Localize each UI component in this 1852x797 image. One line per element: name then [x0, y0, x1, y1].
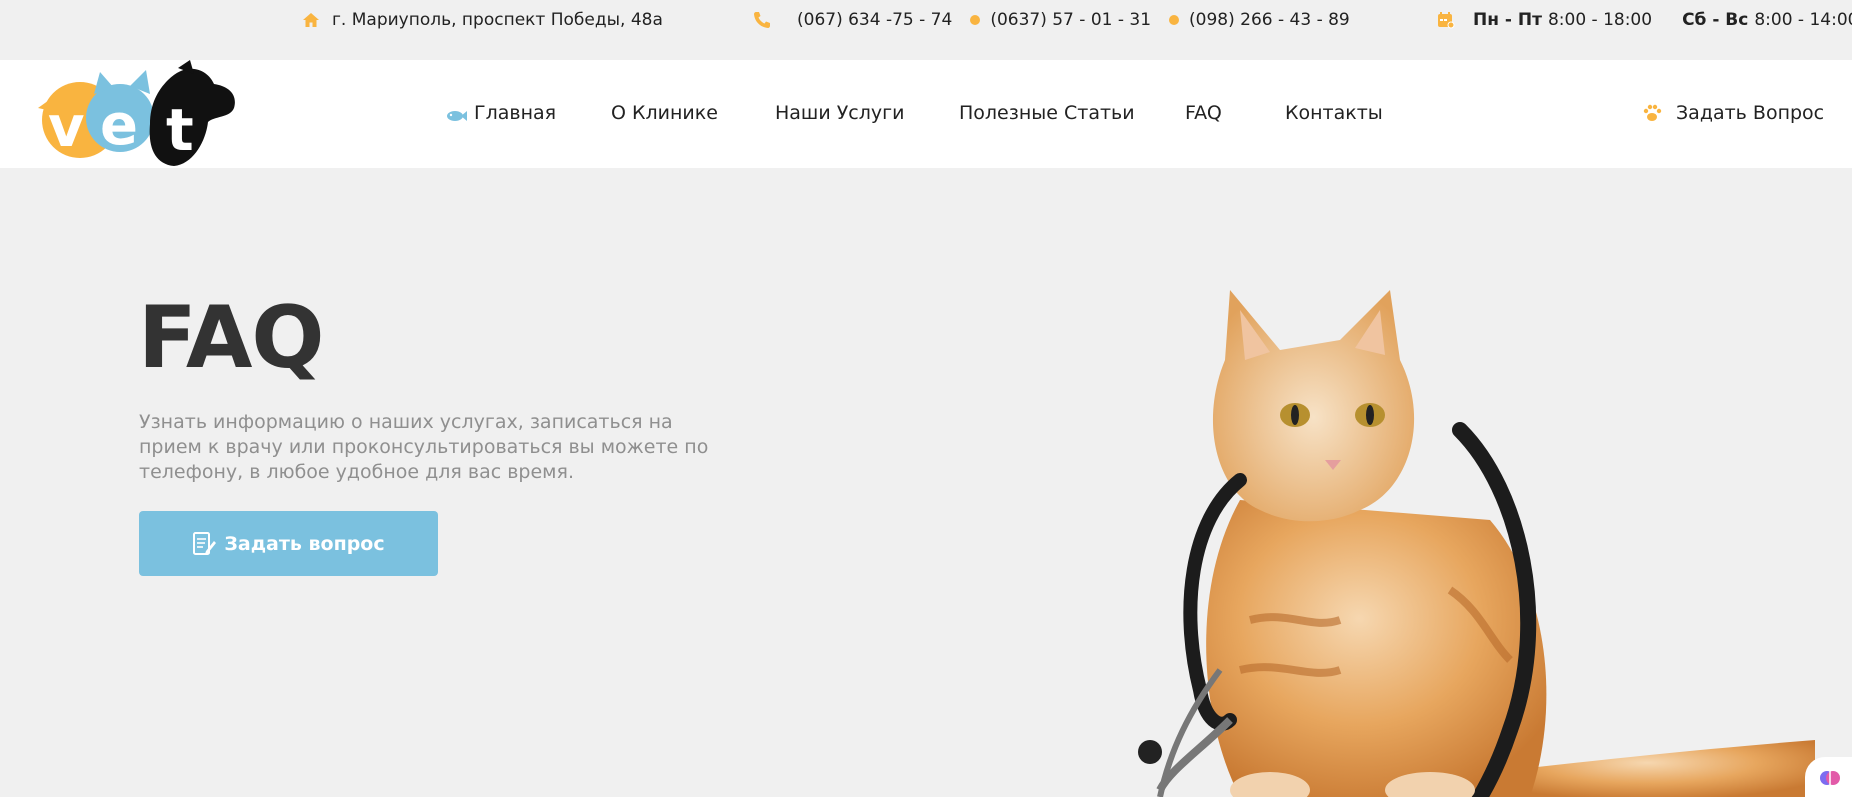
nav-services[interactable]: Наши Услуги	[775, 102, 904, 124]
ask-question-button[interactable]: Задать вопрос	[139, 511, 438, 576]
nav-label: Наши Услуги	[775, 102, 905, 124]
nav-articles[interactable]: Полезные Статьи	[959, 102, 1135, 124]
logo-text: v	[48, 95, 85, 160]
ask-question-button-label: Задать вопрос	[224, 532, 385, 555]
paw-icon	[1642, 103, 1662, 123]
nav-label: Контакты	[1285, 102, 1383, 124]
floating-widget[interactable]	[1805, 757, 1852, 797]
page-title: FAQ	[138, 288, 325, 388]
nav-contacts[interactable]: Контакты	[1285, 102, 1383, 124]
note-icon	[192, 531, 217, 557]
svg-text:t: t	[166, 96, 194, 164]
logo[interactable]: v e t	[18, 60, 240, 168]
address-text: г. Мариуполь, проспект Победы, 48а	[332, 10, 663, 30]
weekday-label: Пн - Пт	[1473, 10, 1542, 30]
weekend-label: Сб - Вс	[1682, 10, 1749, 30]
nav-label: Главная	[474, 102, 557, 124]
phone-3[interactable]: (098) 266 - 43 - 89	[1189, 10, 1350, 30]
hero-description: Узнать информацию о наших услугах, запис…	[139, 411, 709, 483]
bullet-icon	[1169, 15, 1180, 25]
weekend-time: 8:00 - 14:00	[1754, 10, 1852, 30]
home-icon	[302, 11, 320, 29]
address: г. Мариуполь, проспект Победы, 48а	[302, 10, 663, 30]
nav-label: О Клинике	[611, 102, 718, 124]
nav-label: Полезные Статьи	[959, 102, 1135, 124]
nav-about[interactable]: О Клинике	[611, 102, 718, 124]
bullet-icon	[970, 15, 981, 25]
nav-home[interactable]: Главная	[445, 102, 556, 124]
ask-question-label: Задать Вопрос	[1676, 102, 1825, 124]
weekday-time: 8:00 - 18:00	[1547, 10, 1653, 30]
nav-label: FAQ	[1185, 102, 1222, 124]
nav-faq[interactable]: FAQ	[1185, 102, 1222, 124]
hours: Пн - Пт 8:00 - 18:00 Сб - Вс 8:00 - 14:0…	[1437, 10, 1852, 30]
phone-1[interactable]: (067) 634 -75 - 74	[797, 10, 952, 30]
cat-with-stethoscope-image	[1130, 290, 1815, 797]
svg-text:e: e	[100, 93, 138, 158]
brain-icon	[1819, 767, 1841, 789]
fish-icon	[445, 106, 467, 121]
phone-2[interactable]: (0637) 57 - 01 - 31	[990, 10, 1151, 30]
phones: (067) 634 -75 - 74 (0637) 57 - 01 - 31 (…	[752, 10, 1350, 30]
top-bar: г. Мариуполь, проспект Победы, 48а (067)…	[0, 0, 1852, 60]
calendar-icon	[1437, 11, 1455, 29]
phone-icon	[752, 10, 772, 30]
ask-question-link[interactable]: Задать Вопрос	[1642, 102, 1824, 124]
main-navbar: v e t Главная О Клинике Наши Услуги Поле…	[0, 60, 1852, 168]
